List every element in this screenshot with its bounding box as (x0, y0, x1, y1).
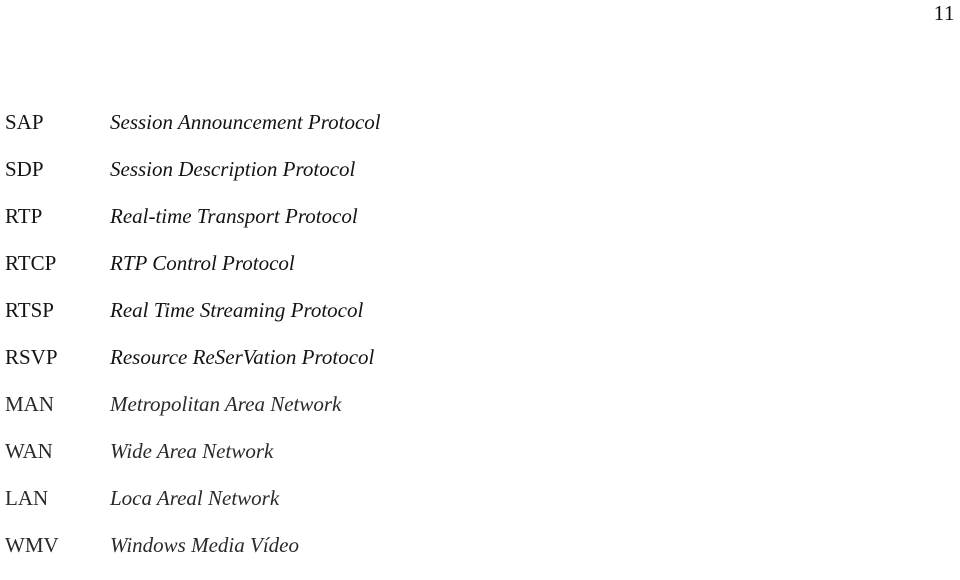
glossary-abbreviation: RTP (5, 204, 43, 228)
glossary-entry: RTCP RTP Control Protocol (0, 251, 960, 298)
glossary-definition: RTP Control Protocol (110, 251, 295, 275)
glossary-abbreviation: SDP (5, 157, 44, 181)
glossary-definition: Metropolitan Area Network (110, 392, 342, 416)
glossary-entry: SDP Session Description Protocol (0, 157, 960, 204)
glossary-list: SAP Session Announcement Protocol SDP Se… (0, 110, 960, 580)
glossary-definition: Windows Media Vídeo (110, 533, 299, 557)
glossary-definition: Session Description Protocol (110, 157, 356, 181)
glossary-definition: Real Time Streaming Protocol (110, 298, 364, 322)
glossary-entry: LAN Loca Areal Network (0, 486, 960, 533)
glossary-definition: Session Announcement Protocol (110, 110, 381, 134)
glossary-entry: WMV Windows Media Vídeo (0, 533, 960, 580)
glossary-abbreviation: SAP (5, 110, 44, 134)
glossary-entry: WAN Wide Area Network (0, 439, 960, 486)
glossary-entry: RSVP Resource ReSerVation Protocol (0, 345, 960, 392)
glossary-definition: Loca Areal Network (110, 486, 280, 510)
glossary-entry: MAN Metropolitan Area Network (0, 392, 960, 439)
page-number: 11 (933, 1, 955, 25)
glossary-entry: RTSP Real Time Streaming Protocol (0, 298, 960, 345)
glossary-abbreviation: MAN (5, 392, 55, 416)
glossary-entry: RTP Real-time Transport Protocol (0, 204, 960, 251)
glossary-abbreviation: RSVP (5, 345, 58, 369)
glossary-abbreviation: WAN (5, 439, 53, 463)
glossary-definition: Resource ReSerVation Protocol (110, 345, 375, 369)
glossary-entry: SAP Session Announcement Protocol (0, 110, 960, 157)
glossary-abbreviation: LAN (5, 486, 49, 510)
glossary-definition: Real-time Transport Protocol (110, 204, 358, 228)
glossary-definition: Wide Area Network (110, 439, 274, 463)
glossary-abbreviation: WMV (5, 533, 59, 557)
glossary-abbreviation: RTSP (5, 298, 54, 322)
glossary-abbreviation: RTCP (5, 251, 57, 275)
